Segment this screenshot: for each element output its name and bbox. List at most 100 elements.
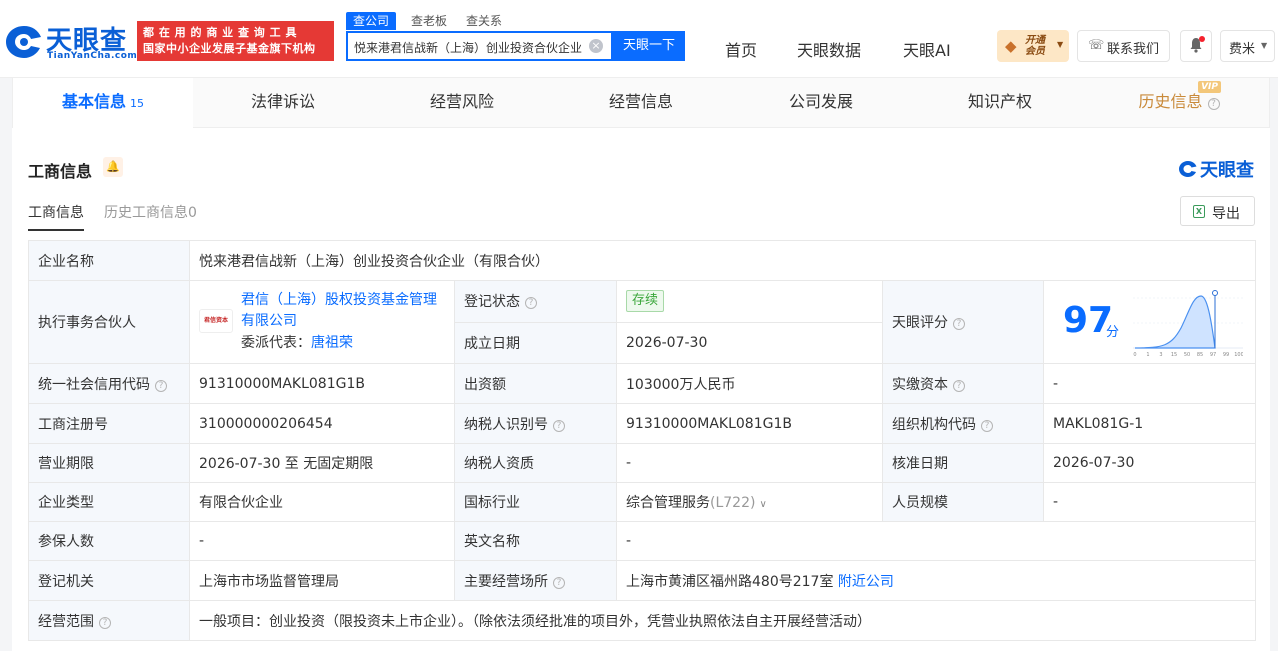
authority-value: 上海市市场监督管理局 <box>189 560 455 601</box>
tab-risk[interactable]: 经营风险 <box>372 78 552 128</box>
staff-value: - <box>1042 482 1257 522</box>
help-icon[interactable]: ? <box>953 379 965 392</box>
nav-data[interactable]: 天眼数据 <box>797 37 861 61</box>
table-row: 企业类型 有限合伙企业 国标行业 综合管理服务(L722) ∨ 人员规模 - <box>28 482 1257 522</box>
reg-status-label: 登记状态? <box>454 280 617 323</box>
help-icon[interactable]: ? <box>99 616 111 629</box>
slogan-line-1: 都 在 用 的 商 业 查 询 工 具 <box>143 26 297 39</box>
partner-name-link[interactable]: 君信（上海）股权投资基金管理有限公司 <box>241 290 446 332</box>
score-tick-label: 85 <box>1197 352 1203 358</box>
brand-text: 天眼查 <box>1200 160 1254 181</box>
industry-name: 综合管理服务 <box>626 495 710 511</box>
subtab-history-business-info[interactable]: 历史工商信息0 <box>104 202 197 222</box>
help-icon[interactable]: ? <box>953 318 965 330</box>
authority-label: 登记机关 <box>28 560 190 601</box>
business-info-table: 企业名称 悦来港君信战新（上海）创业投资合伙企业（有限合伙） 执行事务合伙人 君… <box>28 240 1257 641</box>
help-icon[interactable]: ? <box>553 576 565 589</box>
user-menu-button[interactable]: 费米 ▼ <box>1220 30 1275 62</box>
search-tab-boss[interactable]: 查老板 <box>404 12 454 30</box>
nav-home[interactable]: 首页 <box>725 37 757 61</box>
industry-label: 国标行业 <box>454 482 617 522</box>
tab-legal[interactable]: 法律诉讼 <box>193 78 373 128</box>
help-icon[interactable]: ? <box>981 419 993 432</box>
partner-label: 执行事务合伙人 <box>28 280 190 364</box>
table-row: 工商注册号 310000000206454 纳税人识别号? 91310000MA… <box>28 403 1257 444</box>
user-name: 费米 <box>1229 42 1256 57</box>
insured-value: - <box>189 521 455 561</box>
export-label: 导出 <box>1212 206 1240 222</box>
vip-open-button[interactable]: ◆ 开通 会员 ▼ <box>997 30 1069 62</box>
label-text: 天眼评分 <box>892 315 948 331</box>
vip-line-1: 开通 <box>1025 35 1045 46</box>
type-value: 有限合伙企业 <box>189 482 455 522</box>
label-text: 主要经营场所 <box>464 573 548 590</box>
capital-value: 103000万人民币 <box>616 363 883 404</box>
nearby-companies-link[interactable]: 附近公司 <box>838 574 894 590</box>
score-tick-label: 15 <box>1171 352 1177 358</box>
brand-watermark: 天眼查 <box>1178 156 1254 181</box>
tax-id-value: 91310000MAKL081G1B <box>616 403 883 444</box>
score-tick-label: 1 <box>1146 352 1149 358</box>
excel-icon: X <box>1193 205 1205 218</box>
tab-basic-info[interactable]: 基本信息 15 <box>13 78 193 128</box>
notification-button[interactable] <box>1180 30 1212 62</box>
tab-operation[interactable]: 经营信息 <box>551 78 731 128</box>
rep-name-link[interactable]: 唐祖荣 <box>311 335 353 351</box>
nav-ai[interactable]: 天眼AI <box>903 37 951 61</box>
approve-date-value: 2026-07-30 <box>1042 443 1257 483</box>
search-input[interactable] <box>354 38 586 56</box>
industry-value[interactable]: 综合管理服务(L722) ∨ <box>616 482 883 522</box>
org-code-value: MAKL081G-1 <box>1042 403 1257 444</box>
term-label: 营业期限 <box>28 443 190 483</box>
help-icon[interactable]: ? <box>553 419 565 432</box>
company-name-value: 悦来港君信战新（上海）创业投资合伙企业（有限合伙） <box>188 240 1257 281</box>
reg-status-value: 存续 <box>616 280 883 323</box>
chevron-down-icon: ∨ <box>759 499 767 510</box>
score-cell[interactable]: 97 分 0 1 3 15 50 85 97 99 100 <box>1042 280 1257 364</box>
score-tick-label: 97 <box>1210 352 1216 358</box>
partner-cell: 君信资本 君信（上海）股权投资基金管理有限公司 委派代表：唐祖荣 <box>189 280 455 364</box>
credit-code-value: 91310000MAKL081G1B <box>189 363 455 404</box>
tianyancha-logo[interactable]: 天眼查 TianYanCha.com <box>4 20 138 64</box>
reg-no-label: 工商注册号 <box>28 403 190 444</box>
label-text: 登记状态 <box>464 294 520 311</box>
paid-capital-value: - <box>1042 363 1257 404</box>
tab-development[interactable]: 公司发展 <box>731 78 911 128</box>
help-icon[interactable]: ? <box>155 379 167 392</box>
reg-no-value: 310000000206454 <box>189 403 455 444</box>
est-date-value: 2026-07-30 <box>616 321 883 364</box>
table-row: 经营范围? 一般项目：创业投资（限投资未上市企业）。（除依法须经批准的项目外，凭… <box>28 600 1257 641</box>
english-label: 英文名称 <box>454 521 617 561</box>
slogan-line-2: 国家中小企业发展子基金旗下机构 <box>143 42 316 55</box>
help-icon[interactable]: ? <box>525 297 537 310</box>
subtab-business-info[interactable]: 工商信息 <box>28 202 84 231</box>
vip-text: 开通 会员 <box>1025 35 1045 57</box>
score-tick-label: 3 <box>1159 352 1162 358</box>
partner-logo: 君信资本 <box>199 309 233 333</box>
insured-label: 参保人数 <box>28 521 190 561</box>
score-tick-label: 100 <box>1234 352 1243 358</box>
search-button[interactable]: 天眼一下 <box>613 31 685 61</box>
bell-alert-icon[interactable]: 🔔 <box>103 157 123 177</box>
logo-domain: TianYanCha.com <box>47 51 138 61</box>
staff-label: 人员规模 <box>882 482 1044 522</box>
scope-value: 一般项目：创业投资（限投资未上市企业）。（除依法须经批准的项目外，凭营业执照依法… <box>188 600 1257 641</box>
export-button[interactable]: X 导出 <box>1180 196 1255 226</box>
contact-us-button[interactable]: ☏ 联系我们 <box>1077 30 1170 62</box>
scope-label: 经营范围? <box>28 600 190 641</box>
notification-dot <box>1199 36 1205 42</box>
approve-date-label: 核准日期 <box>882 443 1044 483</box>
score-tick-label: 99 <box>1223 352 1229 358</box>
type-label: 企业类型 <box>28 482 190 522</box>
label-text: 经营范围 <box>38 613 94 630</box>
search-tab-company[interactable]: 查公司 <box>346 12 397 30</box>
label-text: 统一社会信用代码 <box>38 376 150 393</box>
search-tab-relation[interactable]: 查关系 <box>459 12 509 30</box>
label-text: 实缴资本 <box>892 376 948 393</box>
slogan-banner: 都 在 用 的 商 业 查 询 工 具 国家中小企业发展子基金旗下机构 <box>137 21 334 61</box>
tab-ip[interactable]: 知识产权 <box>910 78 1090 128</box>
tab-count: 15 <box>130 97 144 110</box>
clear-icon[interactable]: × <box>589 39 603 53</box>
tab-history[interactable]: 历史信息? VIP <box>1089 78 1269 128</box>
label-text: 纳税人识别号 <box>464 416 548 433</box>
